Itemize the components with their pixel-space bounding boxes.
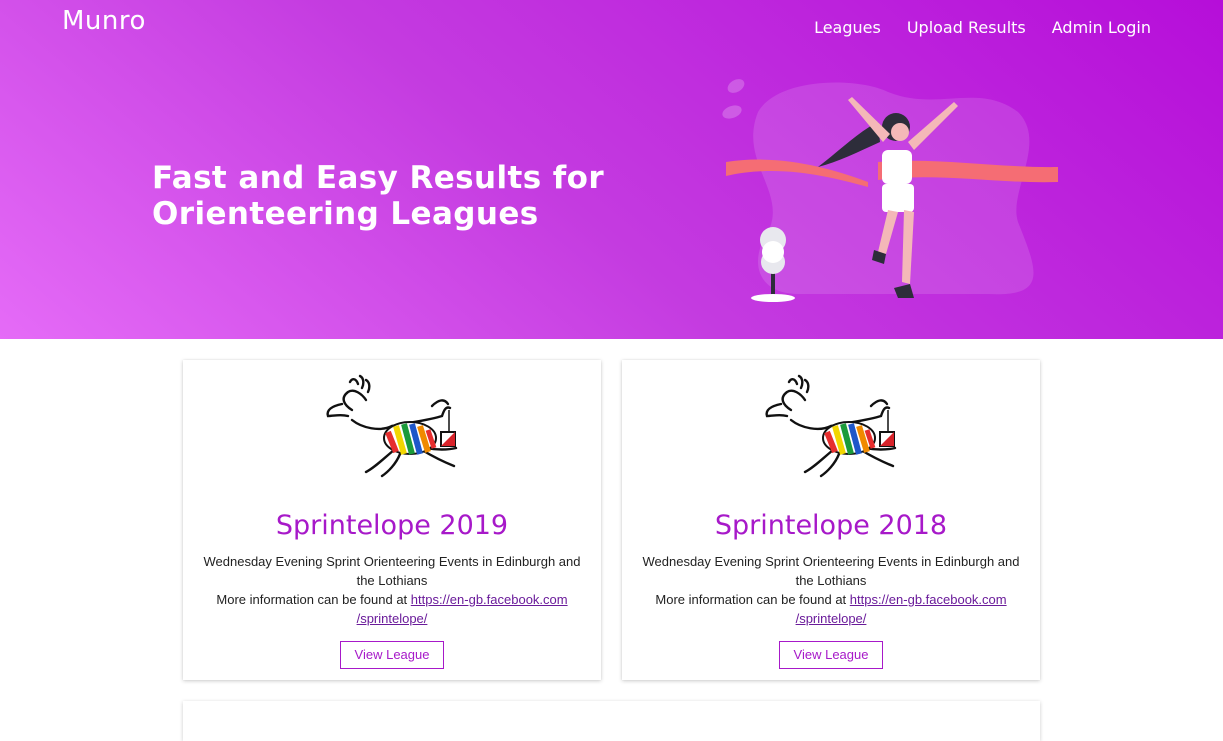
more-info-text: More information can be found at <box>655 592 850 607</box>
antelope-logo-icon <box>765 374 897 478</box>
league-card-partial <box>183 701 1040 741</box>
facebook-link-part1[interactable]: https://en-gb.facebook.com <box>411 592 568 607</box>
hero-title-line2: Orienteering Leagues <box>152 196 539 232</box>
facebook-link-part1[interactable]: https://en-gb.facebook.com <box>850 592 1007 607</box>
view-league-button[interactable]: View League <box>779 641 883 669</box>
nav-leagues-link[interactable]: Leagues <box>814 18 881 37</box>
description-line1: Wednesday Evening Sprint Orienteering Ev… <box>642 554 1020 569</box>
facebook-link-part2[interactable]: /sprintelope/ <box>357 611 428 626</box>
more-info-text: More information can be found at <box>216 592 411 607</box>
runner-illustration-icon <box>722 79 1058 302</box>
hero-title: Fast and Easy Results for Orienteering L… <box>152 160 622 232</box>
league-description: Wednesday Evening Sprint Orienteering Ev… <box>640 552 1022 628</box>
view-league-button[interactable]: View League <box>340 641 444 669</box>
description-line2: the Lothians <box>356 573 428 588</box>
league-description: Wednesday Evening Sprint Orienteering Ev… <box>201 552 583 628</box>
description-line1: Wednesday Evening Sprint Orienteering Ev… <box>203 554 581 569</box>
hero-banner: Munro Leagues Upload Results Admin Login… <box>0 0 1223 339</box>
antelope-logo-icon <box>326 374 458 478</box>
league-title: Sprintelope 2018 <box>714 510 948 541</box>
facebook-link-part2[interactable]: /sprintelope/ <box>796 611 867 626</box>
description-line2: the Lothians <box>795 573 867 588</box>
brand-logo[interactable]: Munro <box>62 6 146 36</box>
hero-title-line1: Fast and Easy Results for <box>152 160 605 196</box>
league-card: Sprintelope 2018 Wednesday Evening Sprin… <box>622 360 1040 680</box>
nav-admin-login-link[interactable]: Admin Login <box>1052 18 1151 37</box>
top-nav: Leagues Upload Results Admin Login <box>814 18 1151 37</box>
league-card: Sprintelope 2019 Wednesday Evening Sprin… <box>183 360 601 680</box>
league-title: Sprintelope 2019 <box>275 510 509 541</box>
nav-upload-results-link[interactable]: Upload Results <box>907 18 1026 37</box>
